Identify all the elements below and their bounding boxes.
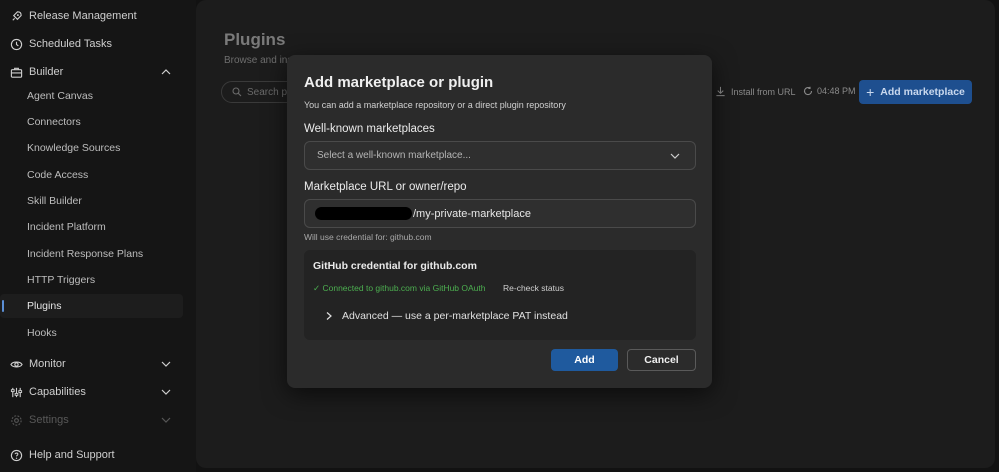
plus-icon: +: [866, 84, 875, 100]
sidebar-subitem-connectors[interactable]: Connectors: [0, 110, 183, 134]
sidebar-item-label: Monitor: [29, 358, 66, 370]
recheck-status-button[interactable]: Re-check status: [503, 283, 564, 293]
sidebar-subitem-skill-builder[interactable]: Skill Builder: [0, 189, 183, 213]
app-window: Release Management Scheduled Tasks Build…: [0, 0, 999, 472]
chevron-down-icon: [160, 414, 172, 426]
sidebar-subitem-hooks[interactable]: Hooks: [0, 321, 183, 345]
sidebar-item-monitor[interactable]: Monitor: [0, 351, 190, 377]
chevron-up-icon: [160, 66, 172, 78]
chevron-down-icon: [160, 358, 172, 370]
cancel-button[interactable]: Cancel: [627, 349, 696, 371]
sidebar-item-label: Release Management: [29, 10, 137, 22]
last-refresh-time[interactable]: 04:48 PM: [803, 86, 856, 96]
refresh-icon: [803, 86, 813, 96]
select-placeholder: Select a well-known marketplace...: [317, 150, 471, 161]
gear-icon: [9, 413, 23, 427]
sidebar-item-label: Builder: [29, 66, 64, 78]
advanced-toggle[interactable]: Advanced — use a per-marketplace PAT ins…: [324, 310, 568, 322]
sidebar-subitem-agent-canvas[interactable]: Agent Canvas: [0, 84, 183, 108]
sidebar-item-capabilities[interactable]: Capabilities: [0, 379, 190, 405]
sidebar-item-label: Help and Support: [29, 449, 115, 461]
search-placeholder: Search p: [247, 86, 288, 98]
sidebar-item-release-management[interactable]: Release Management: [0, 3, 190, 29]
sidebar-subitem-knowledge-sources[interactable]: Knowledge Sources: [0, 136, 183, 160]
page-title: Plugins: [224, 30, 286, 49]
active-indicator: [2, 300, 4, 312]
briefcase-icon: [9, 65, 23, 79]
well-known-label: Well-known marketplaces: [304, 123, 435, 135]
dialog-subtitle: You can add a marketplace repository or …: [304, 100, 566, 110]
chevron-down-icon: [669, 150, 681, 162]
help-icon: [9, 448, 23, 462]
sidebar-subitem-incident-response-plans[interactable]: Incident Response Plans: [0, 242, 183, 266]
well-known-marketplace-select[interactable]: Select a well-known marketplace...: [304, 141, 696, 170]
redacted-owner: [315, 207, 412, 220]
install-from-url-button[interactable]: Install from URL: [715, 86, 796, 97]
sidebar-item-scheduled-tasks[interactable]: Scheduled Tasks: [0, 31, 190, 57]
sidebar-item-label: Scheduled Tasks: [29, 38, 112, 50]
sidebar-item-settings[interactable]: Settings: [0, 407, 190, 433]
credential-hint: Will use credential for: github.com: [304, 232, 432, 242]
page-subtitle: Browse and ins: [224, 55, 293, 66]
sidebar-item-label: Capabilities: [29, 386, 86, 398]
sidebar-subitem-incident-platform[interactable]: Incident Platform: [0, 215, 183, 239]
rocket-icon: [9, 9, 23, 23]
download-icon: [715, 86, 726, 97]
marketplace-url-label: Marketplace URL or owner/repo: [304, 181, 467, 193]
marketplace-url-input[interactable]: /my-private-marketplace: [304, 199, 696, 228]
sliders-icon: [9, 385, 23, 399]
sidebar-subitem-code-access[interactable]: Code Access: [0, 163, 183, 187]
eye-icon: [9, 357, 23, 371]
credential-panel: GitHub credential for github.com ✓ Conne…: [304, 250, 696, 340]
sidebar-subitem-plugins[interactable]: Plugins: [0, 294, 183, 318]
url-value: /my-private-marketplace: [413, 207, 531, 220]
sidebar: Release Management Scheduled Tasks Build…: [0, 0, 196, 472]
add-button[interactable]: Add: [551, 349, 618, 371]
dialog-title: Add marketplace or plugin: [304, 74, 494, 91]
sidebar-item-label: Settings: [29, 414, 69, 426]
credential-status: ✓ Connected to github.com via GitHub OAu…: [313, 283, 486, 293]
clock-icon: [9, 37, 23, 51]
add-marketplace-button[interactable]: + Add marketplace: [859, 80, 972, 104]
sidebar-subitem-http-triggers[interactable]: HTTP Triggers: [0, 268, 183, 292]
search-icon: [232, 87, 242, 97]
sidebar-item-builder[interactable]: Builder: [0, 59, 190, 85]
sidebar-item-help[interactable]: Help and Support: [0, 442, 190, 468]
chevron-down-icon: [160, 386, 172, 398]
credential-title: GitHub credential for github.com: [313, 260, 477, 272]
add-marketplace-dialog: Add marketplace or plugin You can add a …: [287, 55, 712, 388]
chevron-right-icon: [324, 311, 334, 321]
